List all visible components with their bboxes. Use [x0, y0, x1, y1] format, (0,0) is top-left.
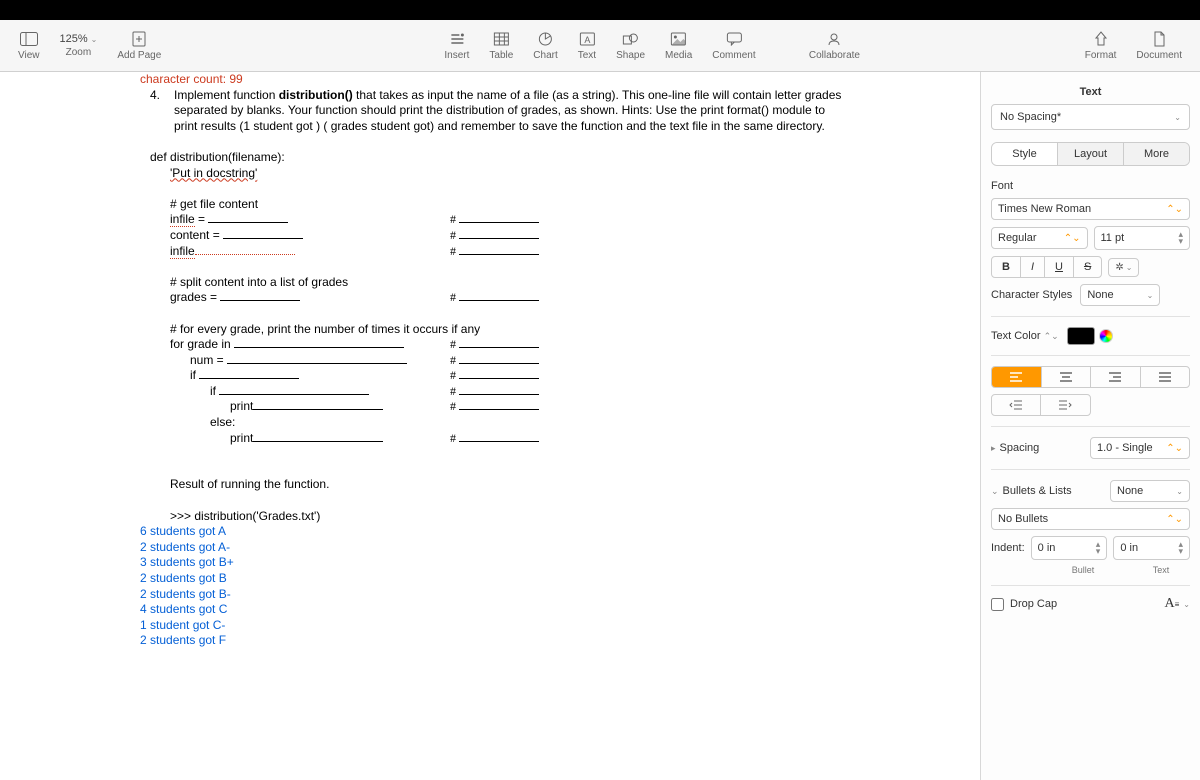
- stepper-icon: ▴▾: [1096, 541, 1101, 555]
- output-4: 2 students got B-: [140, 587, 850, 603]
- text-button[interactable]: A Text: [568, 30, 606, 61]
- font-family-select[interactable]: Times New Roman ⌃⌄: [991, 198, 1190, 220]
- collaborate-icon: [826, 30, 842, 48]
- docstring: 'Put in docstring': [170, 166, 257, 180]
- indent-button[interactable]: [1041, 395, 1089, 415]
- tab-style[interactable]: Style: [992, 143, 1058, 165]
- char-count: character count: 99: [140, 72, 850, 88]
- align-justify-button[interactable]: [1141, 367, 1190, 387]
- sidebar-header: Text: [991, 80, 1190, 104]
- paragraph-style-select[interactable]: No Spacing* ⌄: [991, 104, 1190, 130]
- chevron-down-icon: ⌄: [1183, 600, 1190, 609]
- document-page[interactable]: character count: 99 4. Implement functio…: [110, 72, 870, 780]
- format-sidebar: Text No Spacing* ⌄ Style Layout More Fon…: [980, 72, 1200, 780]
- indent-bullet-input[interactable]: 0 in ▴▾: [1031, 536, 1108, 560]
- def-line: def distribution(filename):: [150, 150, 850, 166]
- spacing-select[interactable]: 1.0 - Single ⌃⌄: [1090, 437, 1190, 459]
- document-button[interactable]: Document: [1126, 30, 1192, 61]
- drop-cap-checkbox[interactable]: Drop Cap: [991, 598, 1057, 611]
- stepper-icon: ⌃⌄: [1166, 443, 1183, 454]
- output-7: 2 students got F: [140, 633, 850, 649]
- align-right-button[interactable]: [1091, 367, 1141, 387]
- chevron-down-icon: ⌄: [1176, 487, 1183, 496]
- chart-icon: [538, 30, 554, 48]
- underline-button[interactable]: U: [1045, 257, 1074, 277]
- gear-icon: ✲: [1115, 262, 1123, 273]
- output-6: 1 student got C-: [140, 618, 850, 634]
- output-0: 6 students got A: [140, 524, 850, 540]
- bullets-style-select[interactable]: No Bullets ⌃⌄: [991, 508, 1190, 530]
- indent-text-input[interactable]: 0 in ▴▾: [1113, 536, 1190, 560]
- stepper-icon: ⌃⌄: [1166, 514, 1183, 525]
- chevron-down-icon: ⌄: [1147, 291, 1154, 300]
- output-5: 4 students got C: [140, 602, 850, 618]
- outdent-button[interactable]: [992, 395, 1041, 415]
- document-icon: [1153, 30, 1165, 48]
- call-line: >>> distribution('Grades.txt'): [170, 509, 850, 525]
- indent-buttons: [991, 394, 1091, 416]
- output-3: 2 students got B: [140, 571, 850, 587]
- color-picker-icon[interactable]: [1099, 329, 1113, 343]
- strike-button[interactable]: S: [1074, 257, 1101, 277]
- align-center-button[interactable]: [1042, 367, 1092, 387]
- drop-cap-icon: A≡: [1165, 596, 1180, 612]
- media-button[interactable]: Media: [655, 30, 702, 61]
- chevron-down-icon: ⌄: [1174, 113, 1181, 122]
- format-icon: [1094, 30, 1108, 48]
- font-weight-select[interactable]: Regular ⌃⌄: [991, 227, 1088, 249]
- comment-button[interactable]: Comment: [702, 30, 765, 61]
- alignment-buttons: [991, 366, 1190, 388]
- disclosure-icon[interactable]: ⌄: [991, 486, 999, 497]
- insert-icon: [449, 30, 465, 48]
- table-button[interactable]: Table: [479, 30, 523, 61]
- disclosure-icon[interactable]: ▸: [991, 443, 996, 454]
- comment-split: # split content into a list of grades: [170, 275, 850, 291]
- collaborate-button[interactable]: Collaborate: [799, 30, 870, 61]
- comment-icon: [726, 30, 742, 48]
- view-button[interactable]: View: [8, 30, 50, 61]
- align-left-button[interactable]: [992, 367, 1042, 387]
- comment-getfile: # get file content: [170, 197, 850, 213]
- tab-more[interactable]: More: [1124, 143, 1189, 165]
- char-styles-label: Character Styles: [991, 289, 1072, 301]
- insert-button[interactable]: Insert: [434, 30, 479, 61]
- text-icon: A: [579, 30, 595, 48]
- add-page-icon: [132, 30, 146, 48]
- add-page-button[interactable]: Add Page: [107, 30, 171, 61]
- font-size-select[interactable]: 11 pt ▴▾: [1094, 226, 1191, 250]
- bullets-select[interactable]: None ⌄: [1110, 480, 1190, 502]
- format-button[interactable]: Format: [1075, 30, 1127, 61]
- shape-icon: [623, 30, 639, 48]
- text-color-label: Text Color ⌃⌄: [991, 330, 1059, 342]
- output-1: 2 students got A-: [140, 540, 850, 556]
- list-number: 4.: [150, 88, 174, 135]
- inspector-tabs: Style Layout More: [991, 142, 1190, 166]
- font-label: Font: [991, 180, 1190, 192]
- media-icon: [671, 30, 687, 48]
- stepper-icon: ⌃⌄: [1064, 233, 1081, 244]
- zoom-button[interactable]: 125%⌄ Zoom: [50, 33, 108, 58]
- stepper-icon: ▴▾: [1178, 231, 1183, 245]
- stepper-icon: ⌃⌄: [1166, 204, 1183, 215]
- italic-button[interactable]: I: [1021, 257, 1045, 277]
- text-format-buttons: B I U S: [991, 256, 1102, 278]
- question-text: Implement function distribution() that t…: [174, 88, 850, 135]
- toolbar: View 125%⌄ Zoom Add Page Insert Table Ch…: [0, 20, 1200, 72]
- shape-button[interactable]: Shape: [606, 30, 655, 61]
- table-icon: [493, 30, 509, 48]
- svg-text:A: A: [584, 35, 590, 45]
- zoom-value: 125%⌄: [60, 33, 98, 45]
- sidebar-icon: [20, 30, 38, 48]
- stepper-icon: ▴▾: [1178, 541, 1183, 555]
- comment-for: # for every grade, print the number of t…: [170, 322, 850, 338]
- bold-button[interactable]: B: [992, 257, 1021, 277]
- result-label: Result of running the function.: [170, 477, 850, 493]
- char-styles-select[interactable]: None ⌄: [1080, 284, 1160, 306]
- tab-layout[interactable]: Layout: [1058, 143, 1124, 165]
- text-options-button[interactable]: ✲⌄: [1108, 258, 1139, 277]
- text-color-swatch[interactable]: [1067, 327, 1095, 345]
- chart-button[interactable]: Chart: [523, 30, 567, 61]
- output-2: 3 students got B+: [140, 555, 850, 571]
